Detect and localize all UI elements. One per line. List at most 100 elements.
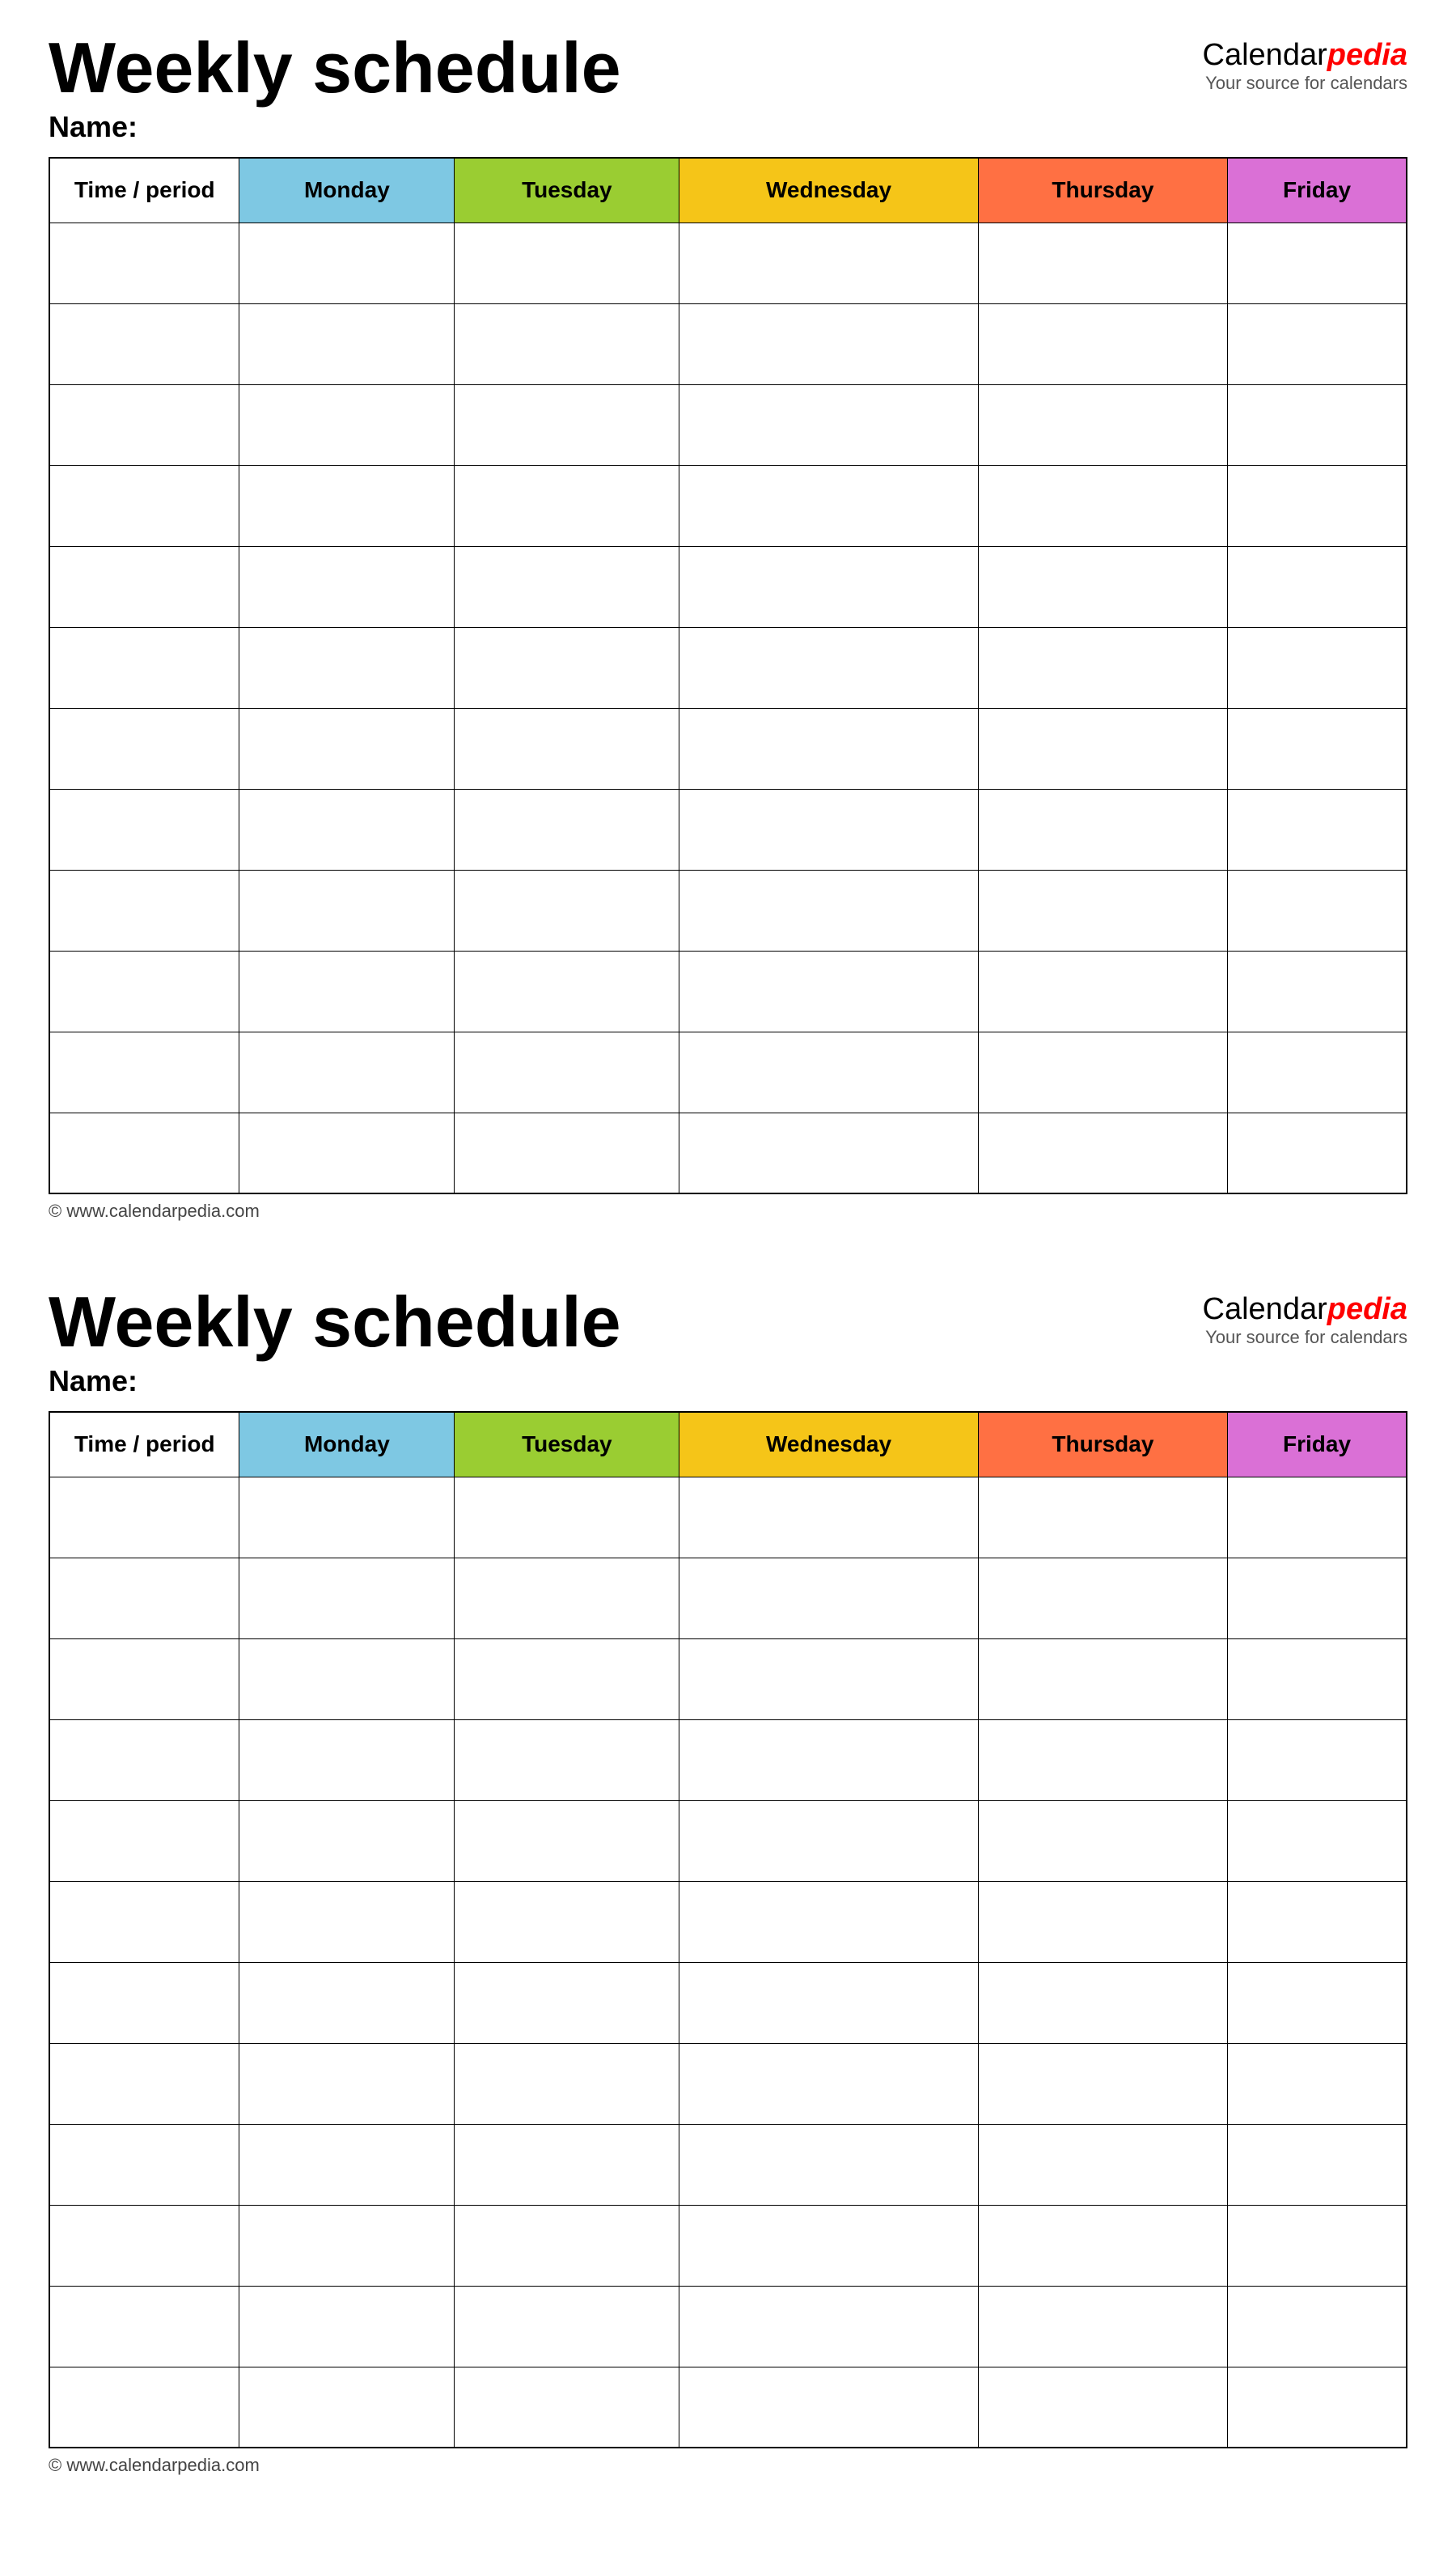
table-cell[interactable] [1228,546,1407,627]
table-cell[interactable] [49,1962,239,2043]
table-cell[interactable] [1228,1477,1407,1558]
table-cell[interactable] [978,223,1227,303]
table-cell[interactable] [679,1800,978,1881]
table-cell[interactable] [455,1113,679,1193]
table-cell[interactable] [49,708,239,789]
table-cell[interactable] [455,303,679,384]
table-cell[interactable] [239,1113,455,1193]
table-cell[interactable] [455,1032,679,1113]
table-cell[interactable] [679,1719,978,1800]
table-cell[interactable] [455,2367,679,2448]
table-cell[interactable] [49,1558,239,1638]
table-cell[interactable] [679,2205,978,2286]
table-cell[interactable] [49,223,239,303]
table-cell[interactable] [978,789,1227,870]
table-cell[interactable] [49,1477,239,1558]
table-cell[interactable] [1228,1881,1407,1962]
table-cell[interactable] [49,2124,239,2205]
table-cell[interactable] [679,2367,978,2448]
table-cell[interactable] [239,2205,455,2286]
table-cell[interactable] [978,303,1227,384]
table-cell[interactable] [239,708,455,789]
table-cell[interactable] [49,1881,239,1962]
table-cell[interactable] [1228,1113,1407,1193]
table-cell[interactable] [239,2286,455,2367]
table-cell[interactable] [455,1962,679,2043]
table-cell[interactable] [49,546,239,627]
table-cell[interactable] [49,870,239,951]
table-cell[interactable] [978,627,1227,708]
table-cell[interactable] [455,1800,679,1881]
table-cell[interactable] [679,951,978,1032]
table-cell[interactable] [1228,223,1407,303]
table-cell[interactable] [978,546,1227,627]
table-cell[interactable] [455,627,679,708]
table-cell[interactable] [49,951,239,1032]
table-cell[interactable] [1228,1558,1407,1638]
table-cell[interactable] [455,2205,679,2286]
table-cell[interactable] [978,951,1227,1032]
table-cell[interactable] [239,465,455,546]
table-cell[interactable] [455,708,679,789]
table-cell[interactable] [679,789,978,870]
table-cell[interactable] [49,1113,239,1193]
table-cell[interactable] [455,1881,679,1962]
table-cell[interactable] [49,2286,239,2367]
table-cell[interactable] [679,627,978,708]
table-cell[interactable] [978,1477,1227,1558]
table-cell[interactable] [49,627,239,708]
table-cell[interactable] [49,303,239,384]
table-cell[interactable] [1228,384,1407,465]
table-cell[interactable] [455,1558,679,1638]
table-cell[interactable] [679,465,978,546]
table-cell[interactable] [978,384,1227,465]
table-cell[interactable] [978,1113,1227,1193]
table-cell[interactable] [978,1719,1227,1800]
table-cell[interactable] [679,2043,978,2124]
table-cell[interactable] [978,1962,1227,2043]
table-cell[interactable] [679,223,978,303]
table-cell[interactable] [679,1638,978,1719]
table-cell[interactable] [978,1638,1227,1719]
table-cell[interactable] [1228,2043,1407,2124]
table-cell[interactable] [679,1962,978,2043]
table-cell[interactable] [978,2367,1227,2448]
table-cell[interactable] [239,303,455,384]
table-cell[interactable] [679,2286,978,2367]
table-cell[interactable] [239,2367,455,2448]
table-cell[interactable] [455,870,679,951]
table-cell[interactable] [679,1113,978,1193]
table-cell[interactable] [455,1719,679,1800]
table-cell[interactable] [239,1638,455,1719]
table-cell[interactable] [455,951,679,1032]
table-cell[interactable] [239,1032,455,1113]
table-cell[interactable] [1228,1638,1407,1719]
table-cell[interactable] [1228,2286,1407,2367]
table-cell[interactable] [978,1032,1227,1113]
table-cell[interactable] [239,1881,455,1962]
table-cell[interactable] [679,708,978,789]
table-cell[interactable] [455,546,679,627]
table-cell[interactable] [49,1800,239,1881]
table-cell[interactable] [239,546,455,627]
table-cell[interactable] [978,2286,1227,2367]
table-cell[interactable] [1228,708,1407,789]
table-cell[interactable] [49,1638,239,1719]
table-cell[interactable] [679,303,978,384]
table-cell[interactable] [239,1800,455,1881]
table-cell[interactable] [978,1881,1227,1962]
table-cell[interactable] [679,384,978,465]
table-cell[interactable] [49,1032,239,1113]
table-cell[interactable] [978,2043,1227,2124]
table-cell[interactable] [239,1719,455,1800]
table-cell[interactable] [239,2124,455,2205]
table-cell[interactable] [239,384,455,465]
table-cell[interactable] [1228,303,1407,384]
table-cell[interactable] [1228,465,1407,546]
table-cell[interactable] [978,2205,1227,2286]
table-cell[interactable] [978,870,1227,951]
table-cell[interactable] [49,384,239,465]
table-cell[interactable] [49,2043,239,2124]
table-cell[interactable] [1228,1800,1407,1881]
table-cell[interactable] [455,1477,679,1558]
